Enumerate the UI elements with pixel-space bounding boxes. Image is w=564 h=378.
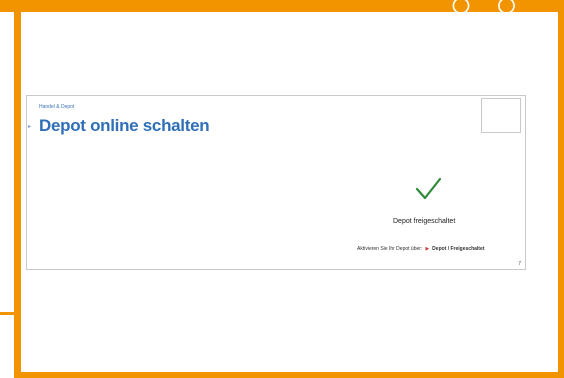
orange-frame-bottom (14, 372, 564, 378)
orange-frame-stub (0, 312, 18, 315)
breadcrumb: Handel & Depot (39, 104, 75, 110)
path-target-link[interactable]: Depot / Freigeschaltet (432, 246, 484, 252)
title-arrow-icon: ▸ (28, 124, 32, 130)
orange-frame-right (558, 12, 564, 378)
page-title: Depot online schalten (39, 116, 210, 135)
path-prefix: Aktivieren Sie Ihr Depot über: (357, 246, 423, 252)
navigation-path: Aktivieren Sie Ihr Depot über: ▶ Depot / F… (357, 246, 484, 252)
page-number: 7 (518, 261, 521, 267)
slide-panel: Handel & Depot ▸ Depot online schalten D… (26, 95, 526, 270)
status-message: Depot freigeschaltet (393, 218, 456, 225)
decorative-top-marks: ○ ○ (449, 0, 524, 26)
path-separator-icon: ▶ (425, 246, 430, 252)
checkmark-icon (415, 177, 442, 200)
orange-frame-top: ○ ○ (0, 0, 564, 24)
orange-frame-left (14, 12, 21, 378)
thumbnail-placeholder (481, 98, 521, 133)
